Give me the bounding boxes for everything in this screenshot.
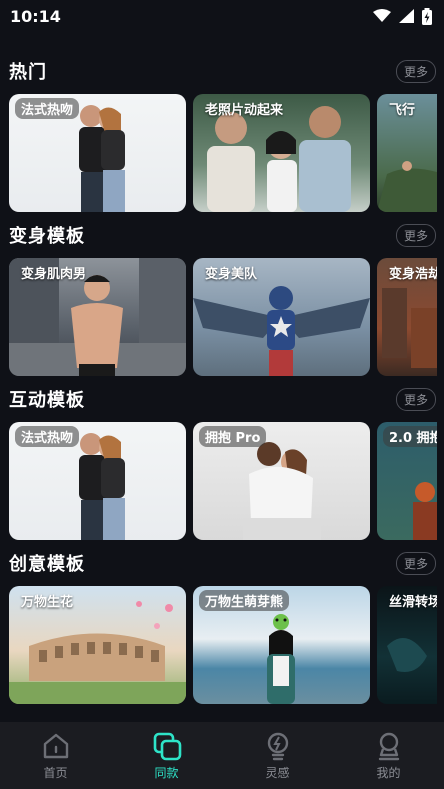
- section-header: 互动模板 更多: [0, 376, 444, 422]
- card-row: 变身肌肉男 变身美队 变身浩劫: [0, 258, 444, 376]
- card-label: 万物生花: [21, 595, 74, 610]
- card-label: 丝滑转场: [389, 595, 437, 610]
- nav-label: 我的: [376, 765, 401, 780]
- card-label: 飞行: [389, 103, 416, 118]
- template-feed: 热门 更多 法式热吻 老照片动起来 飞行 变身模板 更多 变身肌肉男 变身美队 …: [0, 48, 444, 728]
- layers-icon: [153, 732, 181, 760]
- section-transform: 变身模板 更多 变身肌肉男 变身美队 变身浩劫: [0, 212, 444, 376]
- more-button[interactable]: 更多: [395, 223, 436, 247]
- template-card-flower-bloom[interactable]: 万物生花: [9, 586, 186, 704]
- wifi-icon: [373, 9, 391, 23]
- status-bar: 10:14: [0, 0, 444, 32]
- card-row: 法式热吻 拥抱 Pro 2.0 拥抱: [0, 422, 444, 540]
- section-header: 变身模板 更多: [0, 212, 444, 258]
- section-header: 创意模板 更多: [0, 540, 444, 586]
- card-label: 2.0 拥抱: [383, 426, 437, 447]
- card-label: 拥抱 Pro: [199, 426, 267, 447]
- section-title: 变身模板: [9, 226, 85, 247]
- template-card-apocalypse[interactable]: 变身浩劫: [377, 258, 437, 376]
- nav-item-inspiration[interactable]: 灵感: [238, 731, 318, 781]
- card-label: 法式热吻: [15, 98, 80, 119]
- template-card-old-photo[interactable]: 老照片动起来: [193, 94, 370, 212]
- card-label: 法式热吻: [15, 426, 80, 447]
- template-card-sprout-bear[interactable]: 万物生萌芽熊: [193, 586, 370, 704]
- section-hot: 热门 更多 法式热吻 老照片动起来 飞行: [0, 48, 444, 212]
- more-button[interactable]: 更多: [395, 59, 436, 83]
- template-card-hug-pro[interactable]: 拥抱 Pro: [193, 422, 370, 540]
- nav-item-same-style[interactable]: 同款: [127, 731, 207, 781]
- template-card-french-kiss[interactable]: 法式热吻: [9, 94, 186, 212]
- nav-item-home[interactable]: 首页: [16, 731, 96, 781]
- card-label: 老照片动起来: [205, 103, 284, 118]
- template-card-smooth-transition[interactable]: 丝滑转场: [377, 586, 437, 704]
- section-title: 创意模板: [9, 554, 85, 575]
- more-button[interactable]: 更多: [395, 387, 436, 411]
- battery-charging-icon: [422, 7, 432, 25]
- template-card-hug-2[interactable]: 2.0 拥抱: [377, 422, 437, 540]
- template-card-muscle-man[interactable]: 变身肌肉男: [9, 258, 186, 376]
- card-label: 变身浩劫: [389, 267, 437, 282]
- status-time: 10:14: [10, 6, 61, 26]
- nav-item-profile[interactable]: 我的: [349, 731, 429, 781]
- card-label: 万物生萌芽熊: [199, 590, 290, 611]
- nav-label: 灵感: [265, 765, 290, 780]
- section-title: 互动模板: [9, 390, 85, 411]
- section-title: 热门: [9, 62, 47, 83]
- template-card-captain[interactable]: 变身美队: [193, 258, 370, 376]
- section-header: 热门 更多: [0, 48, 444, 94]
- signal-icon: [399, 9, 414, 23]
- section-interaction: 互动模板 更多 法式热吻 拥抱 Pro 2.0 拥抱: [0, 376, 444, 540]
- card-row: 法式热吻 老照片动起来 飞行: [0, 94, 444, 212]
- card-label: 变身美队: [205, 267, 258, 282]
- template-card-french-kiss[interactable]: 法式热吻: [9, 422, 186, 540]
- nav-label: 首页: [43, 765, 68, 780]
- home-icon: [43, 733, 68, 758]
- more-button[interactable]: 更多: [395, 551, 436, 575]
- card-label: 变身肌肉男: [21, 267, 87, 282]
- card-row: 万物生花 万物生萌芽熊 丝滑转场: [0, 586, 444, 704]
- user-icon: [378, 732, 399, 760]
- template-card-flying[interactable]: 飞行: [377, 94, 437, 212]
- bottom-nav: 首页 同款 灵感 我的: [0, 722, 444, 789]
- nav-label: 同款: [154, 765, 179, 780]
- lightbulb-icon: [267, 732, 288, 760]
- section-creative: 创意模板 更多 万物生花 万物生萌芽熊 丝滑转场: [0, 540, 444, 704]
- status-icons: [373, 7, 432, 25]
